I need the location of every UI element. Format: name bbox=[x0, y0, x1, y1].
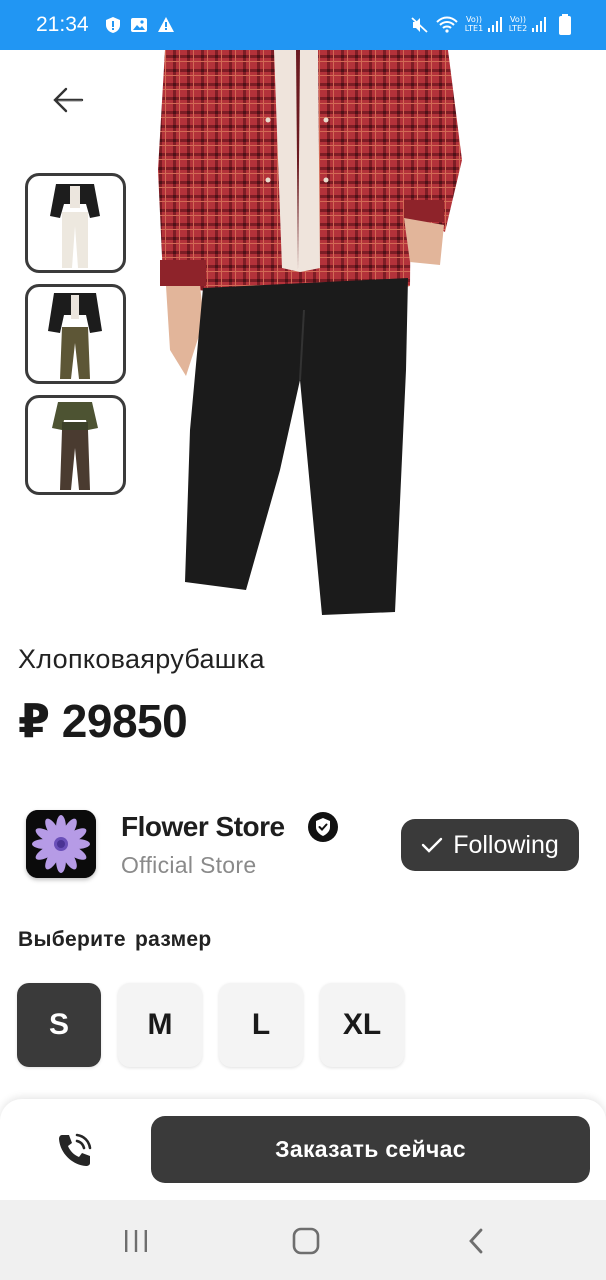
sim1-label: Vo)) LTE1 bbox=[464, 15, 484, 33]
battery-icon bbox=[559, 14, 571, 35]
following-label: Following bbox=[453, 830, 559, 859]
shield-icon bbox=[106, 17, 120, 33]
flower-logo bbox=[26, 810, 96, 878]
image-icon bbox=[131, 18, 147, 32]
product-name: Хлопковаярубашка bbox=[18, 644, 265, 674]
thumbnail-2-image bbox=[48, 293, 102, 379]
home-icon bbox=[292, 1227, 320, 1255]
thumbnail-2[interactable] bbox=[25, 284, 126, 384]
wifi-icon bbox=[436, 16, 458, 33]
home-button[interactable] bbox=[276, 1220, 336, 1262]
signal-lte2-icon bbox=[532, 17, 546, 32]
size-option-m[interactable]: M bbox=[118, 983, 202, 1067]
thumbnail-1[interactable] bbox=[25, 173, 126, 273]
warning-icon bbox=[158, 17, 174, 32]
phone-call-icon bbox=[59, 1133, 92, 1166]
arrow-left-icon bbox=[53, 87, 84, 113]
chevron-left-icon bbox=[469, 1228, 483, 1254]
back-nav-button[interactable] bbox=[446, 1220, 506, 1262]
order-now-button[interactable]: Заказать сейчас bbox=[151, 1116, 590, 1183]
store-name[interactable]: Flower Store bbox=[121, 811, 285, 843]
status-time: 21:34 bbox=[36, 13, 89, 36]
thumbnail-3-image bbox=[52, 402, 98, 490]
following-button[interactable]: Following bbox=[401, 819, 579, 871]
thumbnail-3[interactable] bbox=[25, 395, 126, 495]
size-option-l[interactable]: L bbox=[219, 983, 303, 1067]
size-option-s[interactable]: S bbox=[17, 983, 101, 1067]
sim2-label: Vo)) LTE2 bbox=[508, 15, 528, 33]
call-button[interactable] bbox=[52, 1130, 98, 1170]
product-price: ₽ 29850 bbox=[18, 695, 188, 747]
store-avatar[interactable] bbox=[26, 810, 96, 878]
recent-apps-icon bbox=[125, 1230, 147, 1252]
thumbnail-1-image bbox=[50, 184, 100, 268]
mute-icon bbox=[411, 17, 428, 33]
signal-lte1-icon bbox=[488, 17, 502, 32]
system-nav-bar bbox=[0, 1200, 606, 1280]
store-subtitle: Official Store bbox=[121, 852, 257, 878]
size-option-xl[interactable]: XL bbox=[320, 983, 404, 1067]
verified-badge-icon bbox=[308, 812, 338, 842]
back-button[interactable] bbox=[44, 80, 92, 120]
size-title: Выберите размер bbox=[18, 928, 212, 951]
status-bar: 21:34 Vo)) LTE1 Vo)) LTE2 bbox=[0, 0, 606, 50]
recent-apps-button[interactable] bbox=[106, 1220, 166, 1262]
check-icon bbox=[421, 837, 443, 853]
